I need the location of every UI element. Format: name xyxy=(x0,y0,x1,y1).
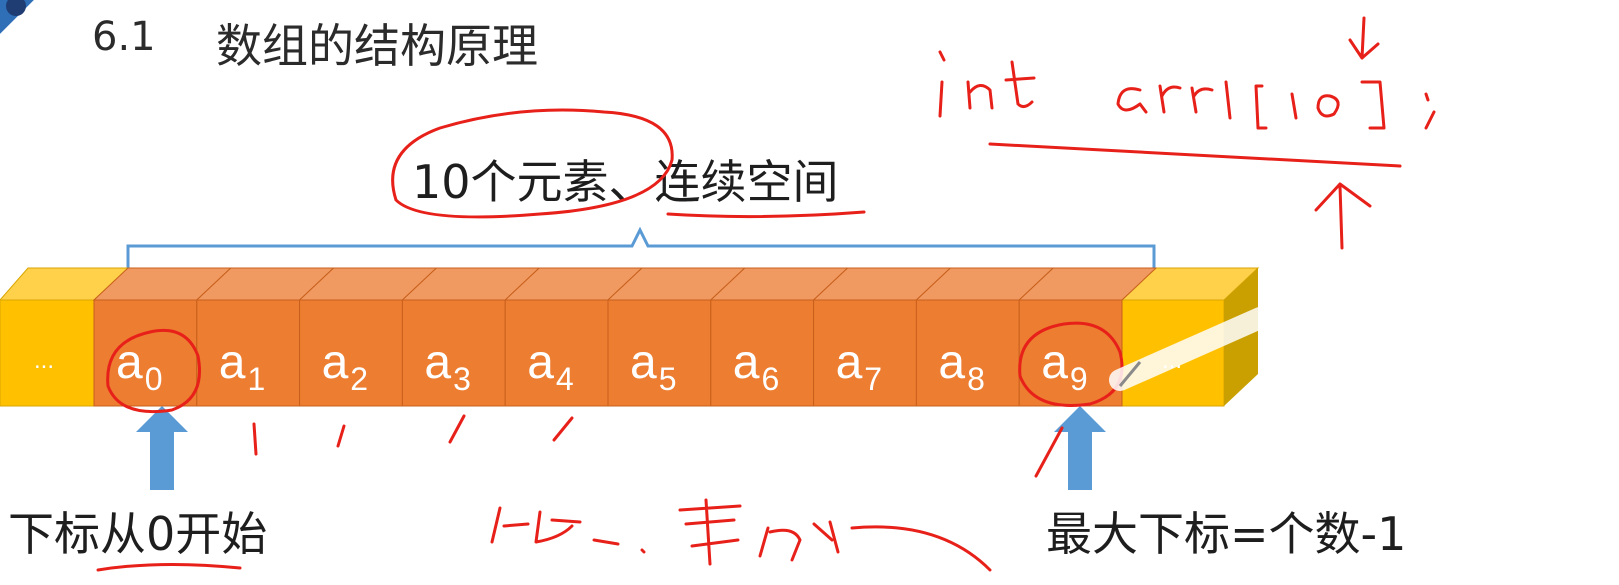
array-cell-subscript: 7 xyxy=(864,361,882,397)
array-cell-subscript: 8 xyxy=(967,361,985,397)
array-cell-base: a xyxy=(733,336,760,389)
array-cell-base: a xyxy=(1041,336,1068,389)
array-cell-base: a xyxy=(527,336,554,389)
array-cell-base: a xyxy=(836,336,863,389)
start-index-label: 下标从0开始 xyxy=(8,507,268,561)
array-cells: a0 a1 a2 a3 a4 a5 a6 a7 a8 a9 xyxy=(92,267,1158,407)
max-index-label: 最大下标=个数-1 xyxy=(1046,507,1407,561)
left-ellipsis: ... xyxy=(34,347,54,374)
array-cell-base: a xyxy=(630,336,657,389)
array-cell-subscript: 9 xyxy=(1070,361,1088,397)
array-cell-base: a xyxy=(424,336,451,389)
arrow-up-icon xyxy=(1054,406,1106,490)
array-cell-base: a xyxy=(322,336,349,389)
array-cell-base: a xyxy=(116,336,143,389)
array-cell-subscript: 4 xyxy=(556,361,574,397)
arrow-up-icon xyxy=(136,406,188,490)
array-cell-subscript: 3 xyxy=(453,361,471,397)
array-cell-subscript: 5 xyxy=(659,361,677,397)
array-cell-base: a xyxy=(219,336,246,389)
array-cell-base: a xyxy=(938,336,965,389)
brace xyxy=(126,226,1156,268)
slide: 6.1 数组的结构原理 10个元素、连续空间 ... ... a0a1a2a3a… xyxy=(0,0,1619,585)
array-cell-subscript: 6 xyxy=(762,361,780,397)
array-cell-subscript: 0 xyxy=(145,361,163,397)
array-cell-subscript: 1 xyxy=(248,361,266,397)
array-cell-subscript: 2 xyxy=(350,361,368,397)
